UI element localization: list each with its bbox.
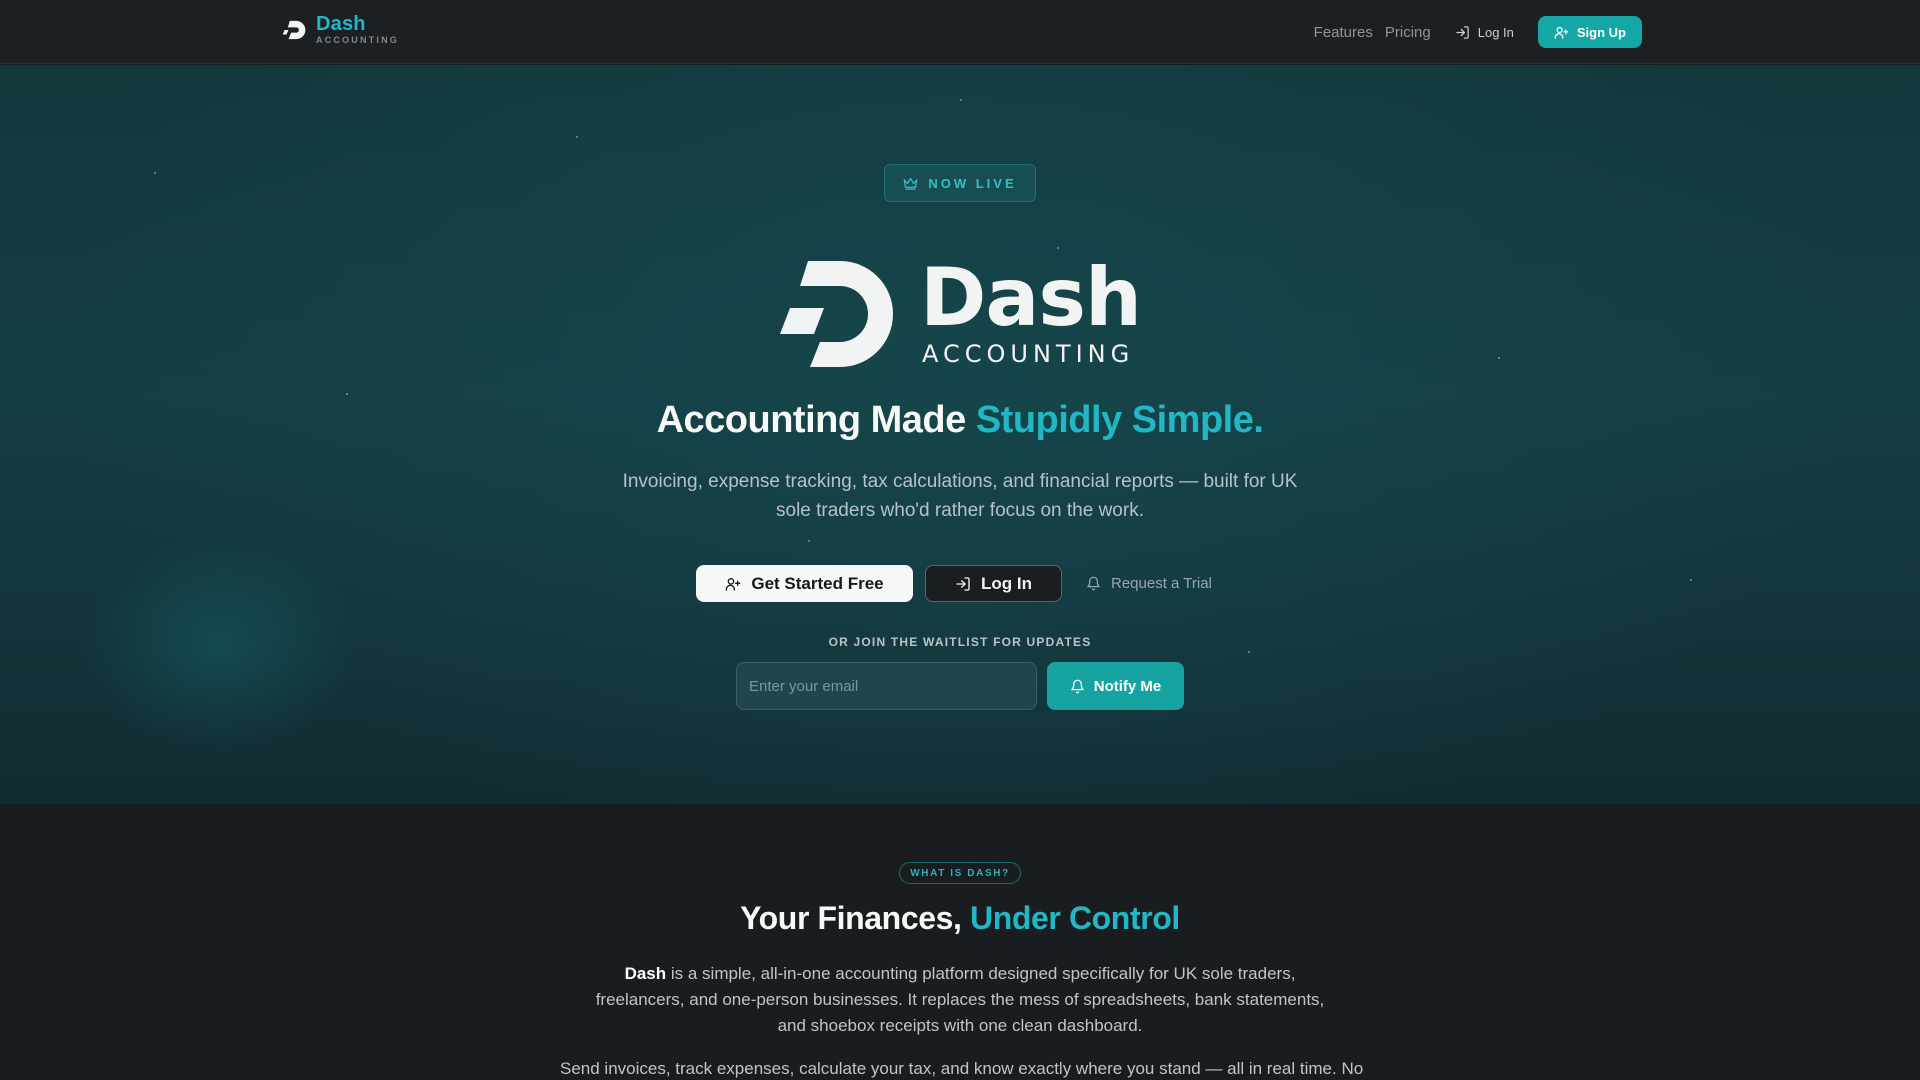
request-trial-label: Request a Trial xyxy=(1111,575,1212,592)
hero-headline-main: Accounting Made xyxy=(656,399,976,441)
notify-me-button[interactable]: Notify Me xyxy=(1047,662,1184,710)
background-star xyxy=(960,99,962,101)
email-field[interactable] xyxy=(736,662,1037,710)
background-star xyxy=(346,393,348,395)
bell-icon xyxy=(1086,576,1101,591)
about-section: WHAT IS DASH? Your Finances, Under Contr… xyxy=(0,804,1920,1080)
nav-login-label: Log In xyxy=(1477,24,1514,40)
login-icon xyxy=(955,576,971,592)
badge-label: NOW LIVE xyxy=(928,175,1017,191)
about-title-main: Your Finances, xyxy=(740,900,970,936)
background-star xyxy=(576,136,578,138)
nav-link-features[interactable]: Features xyxy=(1314,24,1373,41)
get-started-label: Get Started Free xyxy=(751,573,884,593)
about-paragraph-1-text: is a simple, all-in-one accounting platf… xyxy=(595,964,1325,1035)
request-trial-button[interactable]: Request a Trial xyxy=(1086,565,1216,602)
background-star xyxy=(808,540,810,542)
hero-headline: Accounting Made Stupidly Simple. xyxy=(0,399,1920,442)
hero-description: Invoicing, expense tracking, tax calcula… xyxy=(622,471,1298,521)
nav-signup-label: Sign Up xyxy=(1576,24,1626,40)
hero-logo: Dash ACCOUNTING xyxy=(780,258,1142,374)
background-star xyxy=(154,172,156,174)
hero-cta-row: Get Started Free Log In Request a Trial xyxy=(0,565,1920,603)
background-star xyxy=(1498,357,1500,359)
hero-section: NOW LIVE Dash ACCOUNTING Accounting Made… xyxy=(0,65,1920,804)
about-title-accent: Under Control xyxy=(970,900,1180,936)
brand-name: Dash xyxy=(316,13,366,35)
hero-logo-word: Dash xyxy=(920,251,1142,344)
hero-headline-accent: Stupidly Simple. xyxy=(975,399,1264,441)
user-plus-icon xyxy=(725,576,741,592)
hero-login-button[interactable]: Log In xyxy=(925,565,1062,602)
nav-links: Features Pricing Log In Sign Up xyxy=(1314,15,1642,49)
now-live-badge: NOW LIVE xyxy=(884,164,1036,202)
brand-subtitle: ACCOUNTING xyxy=(316,35,399,45)
user-plus-icon xyxy=(1554,25,1569,40)
hero-login-label: Log In xyxy=(981,573,1032,593)
waitlist-label: OR JOIN THE WAITLIST FOR UPDATES xyxy=(828,635,1092,649)
bell-icon xyxy=(1070,679,1085,694)
notify-me-label: Notify Me xyxy=(1093,677,1162,695)
nav-login-button[interactable]: Log In xyxy=(1455,25,1514,40)
section-tag: WHAT IS DASH? xyxy=(899,862,1021,884)
nav-link-pricing[interactable]: Pricing xyxy=(1385,24,1431,41)
hero-logo-subtitle: ACCOUNTING xyxy=(922,340,1135,368)
about-paragraph-1: Dash is a simple, all-in-one accounting … xyxy=(580,961,1340,1039)
top-navbar: Dash ACCOUNTING Features Pricing Log In … xyxy=(0,0,1920,64)
about-title: Your Finances, Under Control xyxy=(0,900,1920,937)
about-brand-strong: Dash xyxy=(624,964,667,983)
background-star xyxy=(1057,247,1059,249)
background-star xyxy=(1248,651,1250,653)
nav-signup-button[interactable]: Sign Up xyxy=(1537,16,1642,48)
get-started-button[interactable]: Get Started Free xyxy=(696,565,913,602)
login-icon xyxy=(1455,25,1470,40)
crown-icon xyxy=(903,177,918,190)
dash-logo-icon xyxy=(282,17,308,43)
brand-logo[interactable]: Dash ACCOUNTING xyxy=(282,14,399,45)
about-paragraph-2: Send invoices, track expenses, calculate… xyxy=(560,1059,1364,1078)
